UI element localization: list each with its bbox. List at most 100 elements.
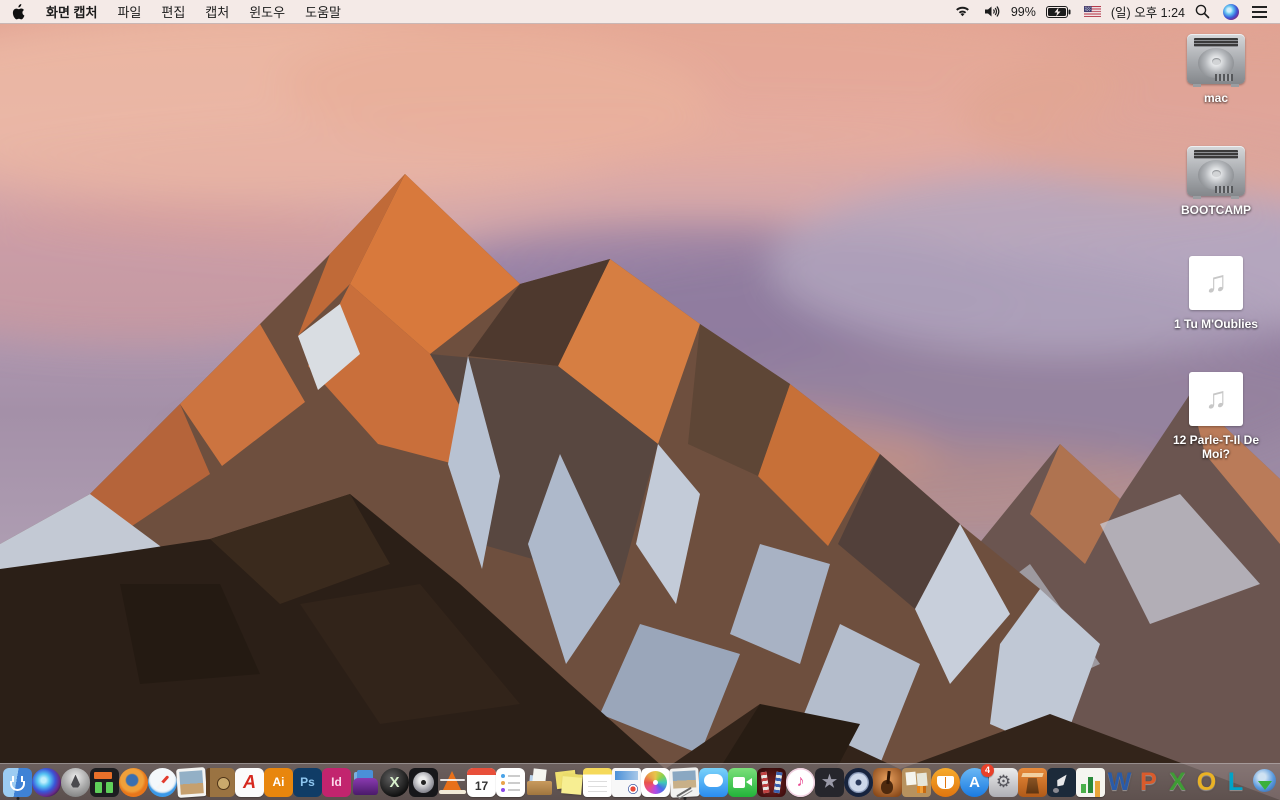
dock-word-icon[interactable]: W [1105, 764, 1134, 800]
desktop-icon-label: 12 Parle-T-Il De Moi? [1172, 433, 1260, 462]
dock-disk-speed-test-icon[interactable] [409, 764, 438, 800]
dock-garageband-icon[interactable] [873, 764, 902, 800]
menu-window[interactable]: 윈도우 [239, 2, 295, 21]
device-transfer-app-icon [90, 767, 119, 797]
powerpoint-glyph: P [1140, 767, 1157, 796]
illustrator-glyph: Ai [272, 775, 285, 789]
document-seal-app-icon [612, 767, 641, 797]
dock-device-transfer-icon[interactable] [90, 764, 119, 800]
excel-app-icon: X [1163, 768, 1192, 797]
dock-download-manager-icon[interactable] [1250, 764, 1279, 800]
dock-vlc-icon[interactable] [438, 764, 467, 800]
desktop-icon-audio-file-1[interactable]: ♫ 1 Tu M'Oublies [1158, 256, 1274, 331]
desktop-icon-audio-file-2[interactable]: ♫ 12 Parle-T-Il De Moi? [1158, 372, 1274, 462]
messages-app-icon [699, 767, 728, 797]
dock-imovie-icon[interactable]: ★ [815, 764, 844, 800]
dock-photos-icon[interactable] [641, 764, 670, 800]
apple-menu[interactable] [0, 3, 36, 20]
powerpoint-app-icon: P [1134, 768, 1163, 797]
dock-notes-icon[interactable] [583, 764, 612, 800]
dock-illustrator-icon[interactable]: Ai [264, 764, 293, 800]
dock-lync-icon[interactable]: L [1221, 764, 1250, 800]
dock-siri-icon[interactable] [32, 764, 61, 800]
dock-pages-icon[interactable] [1047, 764, 1076, 800]
dock-finder-icon[interactable] [3, 764, 32, 800]
dock-toast-icon[interactable] [351, 764, 380, 800]
dock-xld-icon[interactable]: X [380, 764, 409, 800]
dock-safari-icon[interactable] [148, 764, 177, 800]
lync-app-icon: L [1221, 768, 1250, 797]
dock-outlook-icon[interactable]: O [1192, 764, 1221, 800]
dock-indesign-icon[interactable]: Id [322, 764, 351, 800]
dock-facetime-icon[interactable] [728, 764, 757, 800]
acrobat-reader-glyph: A [243, 771, 256, 792]
dock-app-store-icon[interactable]: A4 [960, 763, 994, 800]
indesign-app-icon: Id [322, 767, 351, 797]
xld-app-icon: X [380, 767, 409, 797]
dock-reminders-icon[interactable] [496, 764, 525, 800]
dock-dvd-player-icon[interactable] [844, 764, 873, 800]
dock-stickies-icon[interactable] [554, 764, 583, 800]
numbers-app-icon [1076, 767, 1105, 797]
siri-icon[interactable] [1220, 0, 1242, 24]
grab-app-icon [669, 766, 700, 798]
menu-help[interactable]: 도움말 [295, 2, 351, 21]
menu-edit[interactable]: 편집 [151, 2, 195, 21]
toast-app-icon [351, 768, 380, 797]
wifi-icon[interactable] [951, 0, 974, 24]
dock-unarchiver-icon[interactable] [525, 764, 554, 800]
dock-numbers-icon[interactable] [1076, 764, 1105, 800]
lync-glyph: L [1227, 767, 1244, 796]
volume-icon[interactable] [981, 0, 1004, 24]
dock-launchpad-icon[interactable] [61, 764, 90, 800]
illustrator-app-icon: Ai [264, 767, 293, 797]
preview-app-icon [176, 766, 207, 798]
dock-ibooks-icon[interactable] [931, 764, 960, 800]
dock: A Ai Ps Id X 17 ♪ ★ A 4 ⚙ W P X O L [0, 763, 1280, 800]
apple-logo-icon [12, 3, 24, 19]
dock-photoshop-icon[interactable]: Ps [293, 764, 322, 800]
calendar-glyph: 17 [474, 778, 489, 793]
itunes-app-icon: ♪ [786, 767, 815, 797]
download-manager-app-icon [1250, 768, 1279, 797]
finder-app-icon [3, 767, 32, 797]
dock-acrobat-reader-icon[interactable]: A [235, 764, 264, 800]
dock-photo-booth-icon[interactable] [757, 764, 786, 800]
notification-center-icon[interactable] [1249, 0, 1270, 24]
dock-calendar-icon[interactable]: 17 [467, 764, 496, 800]
imovie-app-icon: ★ [815, 767, 844, 797]
battery-charging-icon[interactable] [1043, 0, 1074, 24]
app-store-badge: 4 [981, 763, 994, 777]
desktop-icon-mac-drive[interactable]: mac [1158, 34, 1274, 105]
dock-grab-icon[interactable] [669, 764, 700, 800]
dock-firefox-icon[interactable] [119, 764, 148, 800]
menu-bar: 화면 캡처 파일 편집 캡처 윈도우 도움말 99% (일) 오후 1:24 [0, 0, 1280, 24]
menu-capture[interactable]: 캡처 [195, 2, 239, 21]
photoshop-glyph: Ps [300, 775, 315, 789]
safari-app-icon [148, 767, 177, 797]
menu-file[interactable]: 파일 [107, 2, 151, 21]
dock-document-seal-icon[interactable] [612, 764, 641, 800]
dock-keynote-icon[interactable] [1018, 764, 1047, 800]
stickies-app-icon [554, 768, 583, 797]
facetime-app-icon [728, 767, 757, 797]
input-source-us-flag[interactable] [1081, 0, 1104, 24]
desktop-icon-bootcamp-drive[interactable]: BOOTCAMP [1158, 146, 1274, 217]
dock-preview-icon[interactable] [176, 764, 207, 800]
garageband-app-icon [873, 767, 902, 797]
firefox-app-icon [119, 767, 148, 797]
dock-excel-icon[interactable]: X [1163, 764, 1192, 800]
address-book-app-icon [206, 767, 235, 797]
dock-itunes-icon[interactable]: ♪ [786, 764, 815, 800]
hard-drive-icon [1187, 146, 1245, 199]
photoshop-app-icon: Ps [293, 767, 322, 797]
menu-bar-clock[interactable]: (일) 오후 1:24 [1111, 2, 1185, 21]
dock-messages-icon[interactable] [699, 764, 728, 800]
active-app-menu[interactable]: 화면 캡처 [36, 2, 107, 21]
hard-drive-icon [1187, 34, 1245, 87]
dock-corkboard-docs-icon[interactable] [902, 764, 931, 800]
spotlight-search-icon[interactable] [1192, 0, 1213, 24]
dock-address-book-icon[interactable] [206, 764, 235, 800]
dock-powerpoint-icon[interactable]: P [1134, 764, 1163, 800]
launchpad-app-icon [61, 767, 90, 797]
